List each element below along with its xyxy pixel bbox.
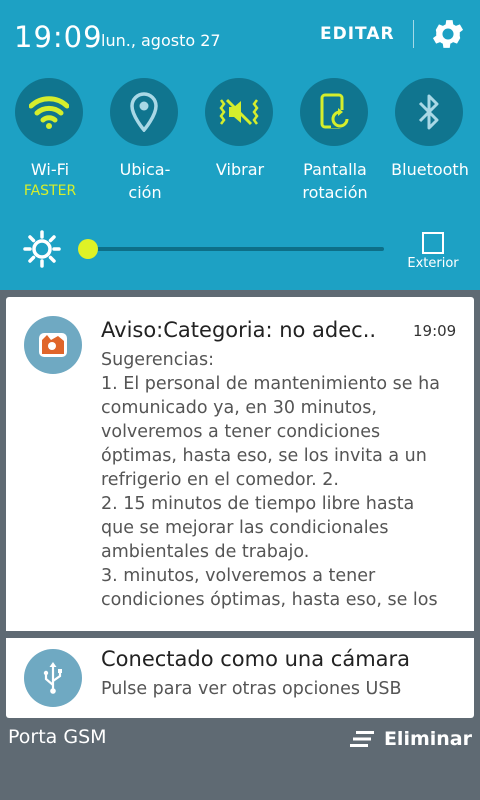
toggle-location-label-line2: ción — [128, 183, 162, 202]
toggle-vibrate-circle[interactable] — [205, 78, 273, 146]
clear-all-button[interactable]: Eliminar — [349, 728, 472, 750]
clock: 19:09 — [14, 20, 103, 54]
usb-avatar — [24, 649, 82, 707]
app-logo-icon — [39, 333, 67, 357]
toggle-bluetooth[interactable]: Bluetooth — [391, 78, 469, 181]
usb-notification-title: Conectado como una cámara — [101, 647, 411, 671]
notification-body-line: volveremos a tener condiciones — [101, 422, 381, 442]
toggle-vibrate-label: Vibrar — [215, 160, 265, 179]
toggle-rotation-label-line1: Pantalla — [303, 160, 367, 179]
gear-icon[interactable] — [429, 15, 467, 53]
bluetooth-icon — [418, 94, 439, 130]
notification-body-line: ambientales de trabajo. — [101, 542, 310, 562]
notification-body: Sugerencias: 1. El personal de mantenimi… — [101, 348, 463, 620]
notification-title: Aviso:Categoria: no adec.. — [101, 318, 377, 342]
toggle-rotation[interactable]: Pantalla rotación — [300, 78, 370, 204]
notification-body-line: refrigerio en el comedor. 2. — [101, 470, 339, 490]
clear-all-label: Eliminar — [383, 728, 472, 750]
usb-notification-subtitle: Pulse para ver otras opciones USB — [101, 679, 402, 699]
toggle-vibrate[interactable]: Vibrar — [205, 78, 275, 181]
location-icon — [130, 92, 158, 132]
toggle-bluetooth-circle[interactable] — [395, 78, 463, 146]
wifi-icon — [29, 96, 69, 129]
outdoor-label: Exterior — [407, 256, 459, 271]
divider — [413, 20, 414, 48]
toggle-location-circle[interactable] — [110, 78, 178, 146]
date: lun., agosto 27 — [101, 31, 221, 50]
notification-body-line: óptimas, hasta eso, se los invita a un — [101, 446, 427, 466]
notification-card[interactable]: Aviso:Categoria: no adec.. 19:09 Sugeren… — [6, 297, 474, 631]
usb-icon — [43, 662, 62, 694]
toggle-wifi[interactable]: Wi-Fi FASTER — [15, 78, 85, 201]
toggle-wifi-circle[interactable] — [15, 78, 83, 146]
toggle-location[interactable]: Ubica- ción — [110, 78, 180, 204]
notification-body-line: 1. El personal de mantenimiento se ha — [101, 374, 440, 394]
clear-all-icon — [349, 731, 374, 747]
app-avatar — [24, 316, 82, 374]
brightness-slider[interactable] — [90, 247, 384, 251]
quick-settings-panel: 19:09 lun., agosto 27 EDITAR Wi-Fi FASTE… — [0, 0, 480, 290]
notification-body-line: 3. minutos, volveremos a tener — [101, 566, 376, 586]
notification-body-line: comunicado ya, en 30 minutos, — [101, 398, 377, 418]
notification-body-line: 2. 15 minutos de tiempo libre hasta — [101, 494, 415, 514]
carrier-label: Porta GSM — [8, 726, 107, 748]
notification-body-line: condiciones óptimas, hasta eso, se los — [101, 590, 438, 610]
toggle-location-label-line1: Ubica- — [119, 160, 171, 179]
toggle-rotation-label-line2: rotación — [302, 183, 368, 202]
notification-time: 19:09 — [413, 322, 457, 340]
toggle-location-label: Ubica- ción — [90, 158, 200, 204]
toggle-bluetooth-label: Bluetooth — [391, 160, 469, 179]
toggle-rotation-circle[interactable] — [300, 78, 368, 146]
screen-rotation-icon — [320, 93, 349, 129]
edit-button[interactable]: EDITAR — [320, 23, 395, 45]
toggle-rotation-label: Pantalla rotación — [280, 158, 390, 204]
vibrate-icon — [219, 98, 259, 126]
outdoor-checkbox[interactable] — [422, 232, 444, 254]
notification-body-line: Sugerencias: — [101, 350, 214, 370]
notification-body-line: que se mejorar las condicionales — [101, 518, 389, 538]
usb-notification-card[interactable]: Conectado como una cámara Pulse para ver… — [6, 638, 474, 718]
brightness-icon — [23, 230, 61, 268]
brightness-slider-handle[interactable] — [78, 239, 98, 259]
